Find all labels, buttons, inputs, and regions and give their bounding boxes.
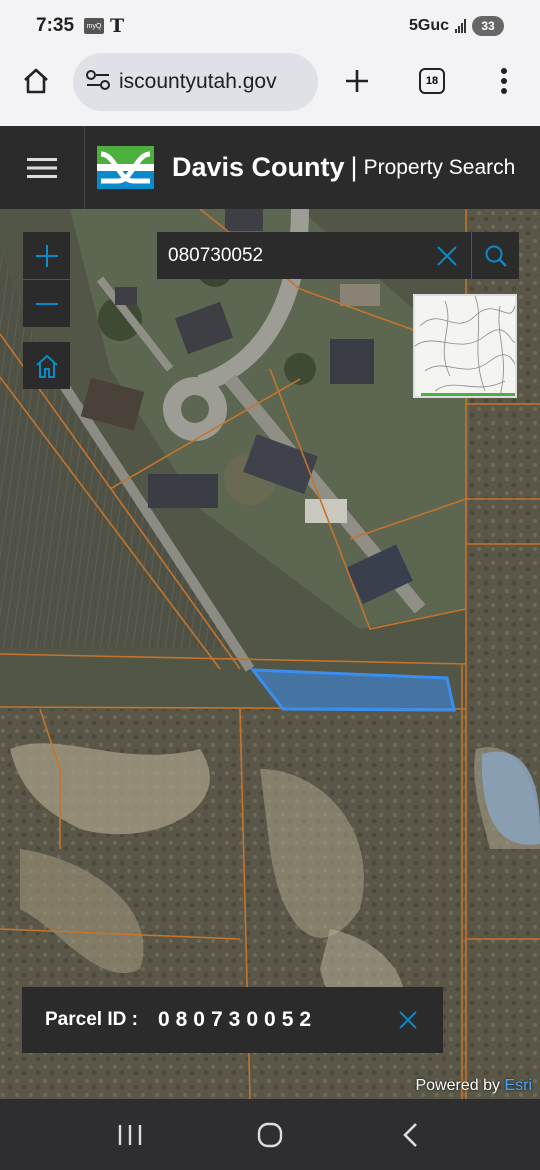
home-icon[interactable] [8, 53, 64, 109]
search-button[interactable] [471, 232, 519, 279]
network-type: 5Guc [408, 17, 449, 34]
parcel-id-label: Parcel ID : [45, 1009, 138, 1030]
recent-apps-icon[interactable] [100, 1105, 160, 1165]
clear-search-button[interactable] [423, 232, 471, 279]
new-tab-icon[interactable] [329, 53, 385, 109]
map-view[interactable]: Parcel ID : 080730052 Powered by Esri [0, 209, 540, 1099]
myq-icon: myQ [84, 18, 105, 34]
url-text: iscountyutah.gov [119, 70, 277, 93]
zoom-out-button[interactable] [23, 280, 70, 327]
house-icon [35, 354, 58, 378]
close-icon [399, 1011, 417, 1029]
search-input[interactable] [157, 232, 423, 279]
hamburger-icon [27, 157, 57, 178]
system-nav-bar [0, 1099, 540, 1170]
tab-switcher-icon[interactable]: 18 [404, 53, 460, 109]
search-icon [485, 245, 507, 267]
parcel-id-value: 080730052 [157, 1008, 318, 1031]
davis-county-logo [97, 146, 154, 189]
plus-icon [35, 244, 58, 267]
browser-toolbar: iscountyutah.gov 18 [0, 52, 540, 126]
status-time: 7:35 [36, 15, 75, 36]
home-extent-button[interactable] [23, 342, 70, 389]
minus-icon [35, 302, 58, 305]
search-widget [157, 232, 519, 279]
terrain-overview-icon [415, 296, 515, 396]
zoom-in-button[interactable] [23, 232, 70, 279]
tmobile-icon: T [110, 15, 125, 37]
tab-count: 18 [419, 68, 445, 94]
app-header: Davis County | Property Search [0, 126, 540, 209]
battery-indicator: 33 [472, 16, 504, 36]
back-icon[interactable] [380, 1105, 440, 1165]
home-nav-icon[interactable] [240, 1105, 300, 1165]
selected-parcel[interactable] [249, 668, 456, 712]
app-title: Davis County [172, 152, 345, 182]
parcel-info-panel: Parcel ID : 080730052 [22, 987, 443, 1053]
attribution-prefix: Powered by [415, 1077, 500, 1094]
close-icon [437, 245, 457, 266]
menu-button[interactable] [0, 126, 85, 209]
signal-icon [455, 19, 466, 33]
status-bar: 7:35 myQ T 5Guc 33 [0, 0, 540, 52]
address-bar[interactable]: iscountyutah.gov [73, 53, 318, 111]
esri-link[interactable]: Esri [504, 1077, 532, 1094]
overview-map[interactable] [413, 294, 517, 398]
more-icon[interactable] [476, 53, 532, 109]
map-attribution[interactable]: Powered by Esri [415, 1077, 532, 1095]
close-info-button[interactable] [393, 1005, 423, 1035]
title-separator: | [350, 152, 358, 182]
site-settings-icon[interactable] [85, 69, 111, 96]
app-subtitle: Property Search [363, 155, 516, 179]
